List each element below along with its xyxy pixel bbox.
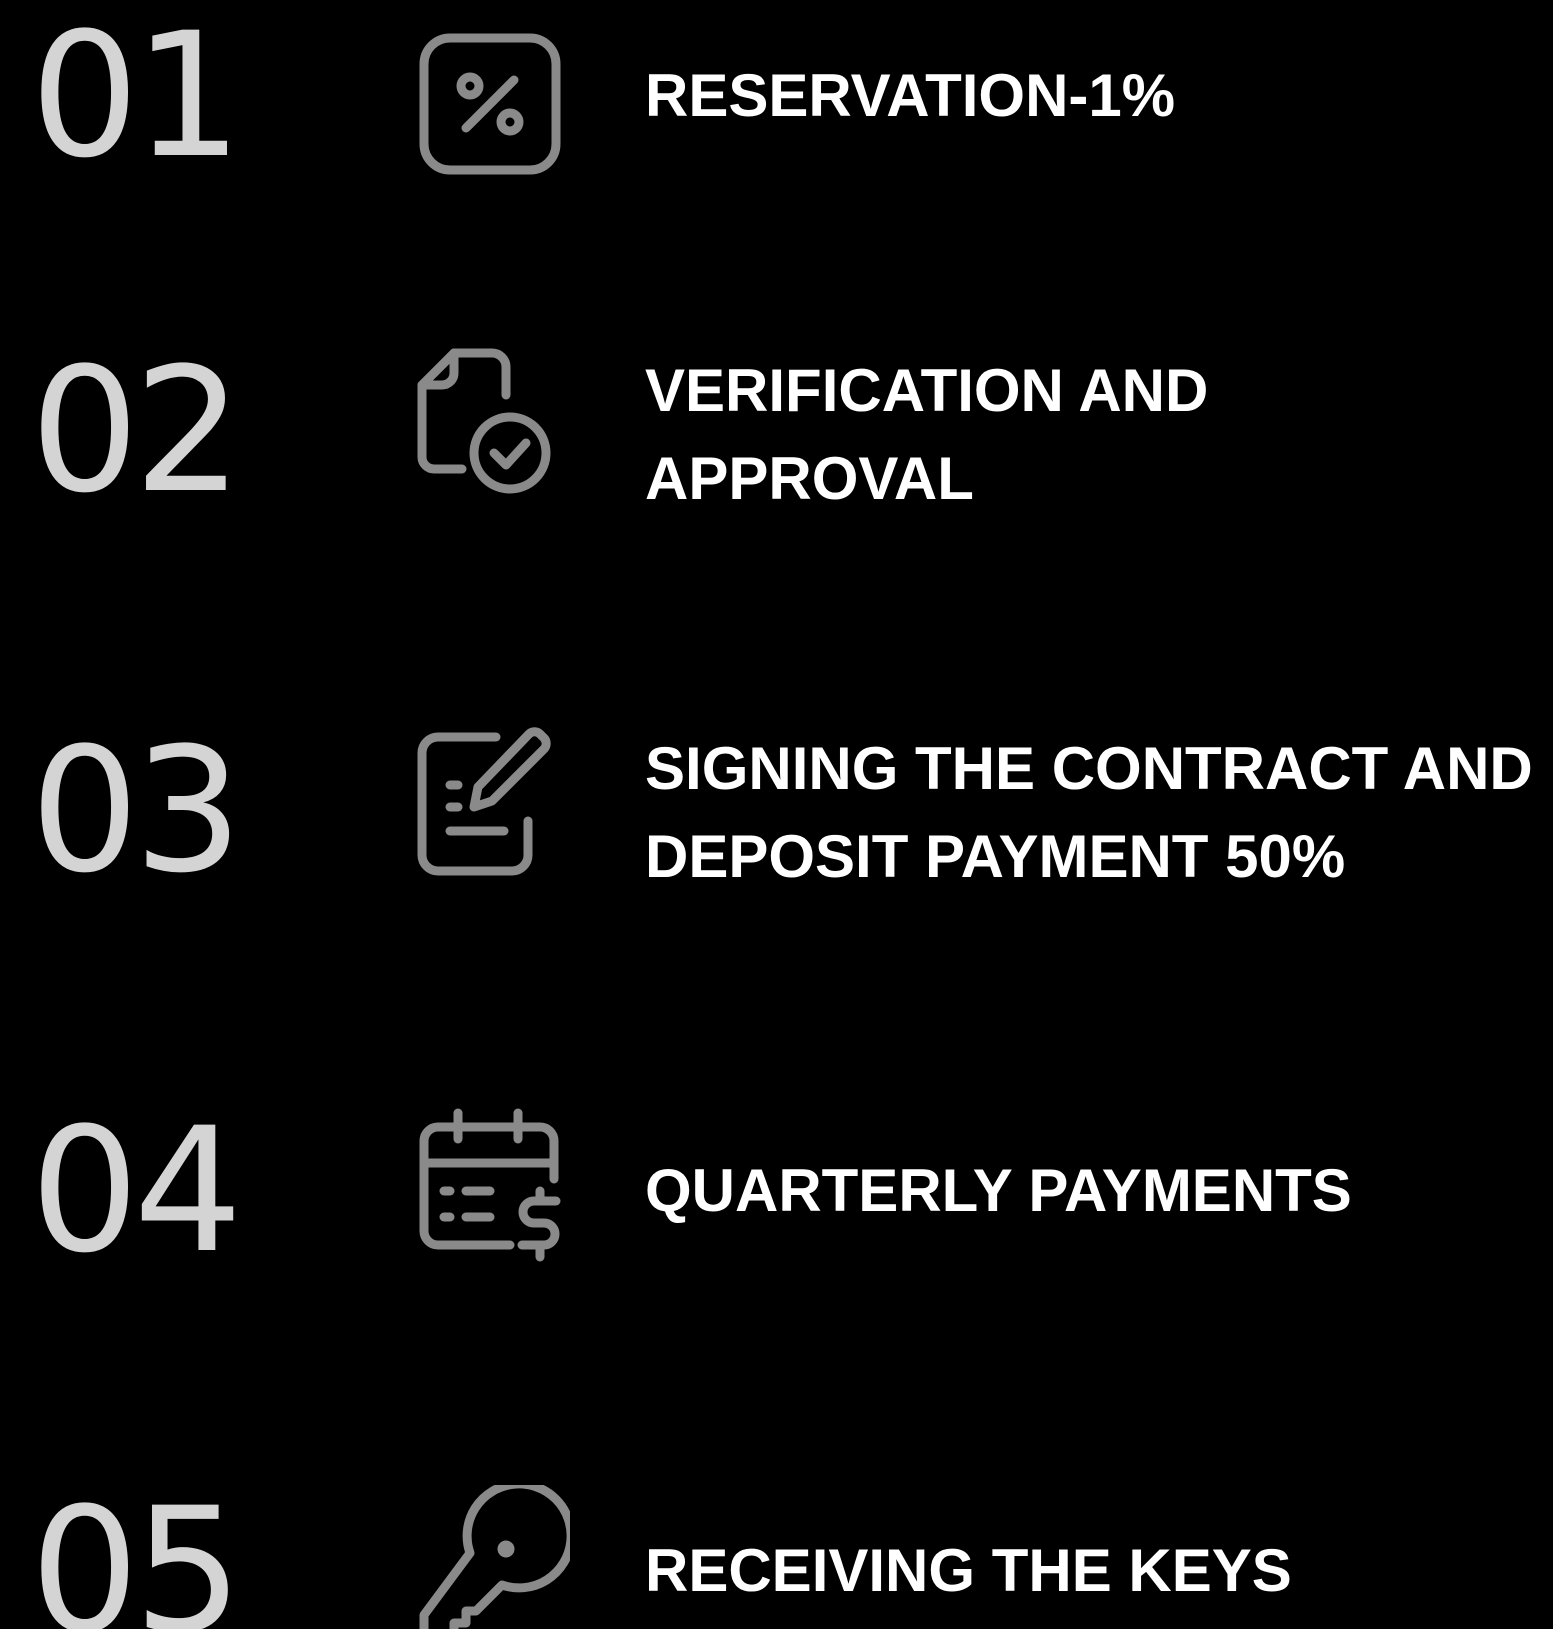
step-02: 02 VERIFICATION AND APPROVAL [0,345,1553,565]
step-01: 01 RESERVATION-1% [0,10,1553,230]
step-number: 03 [30,710,243,911]
step-03: 03 SIGNING THE CONTRACT AND DEPOSIT PAYM… [0,725,1553,945]
step-label-line: APPROVAL [645,445,974,512]
contract-sign-icon [410,725,570,885]
step-number: 04 [30,1090,243,1291]
step-label: VERIFICATION AND APPROVAL [645,347,1208,523]
file-check-icon [410,345,570,505]
step-label-line: VERIFICATION AND [645,357,1209,424]
step-05: 05 RECEIVING THE KEYS [0,1485,1553,1629]
percent-square-icon [410,24,570,184]
calendar-dollar-icon [410,1105,570,1265]
step-label: RECEIVING THE KEYS [645,1527,1292,1615]
step-label: SIGNING THE CONTRACT AND DEPOSIT PAYMENT… [645,725,1533,901]
step-number: 02 [30,330,243,531]
step-label-line: SIGNING THE CONTRACT AND [645,735,1533,802]
step-04: 04 QUARTERLY PAYMENTS [0,1105,1553,1325]
step-label-line: QUARTERLY PAYMENTS [645,1157,1352,1224]
step-label-line: DEPOSIT PAYMENT 50% [645,823,1346,890]
step-label: RESERVATION-1% [645,52,1175,140]
step-label: QUARTERLY PAYMENTS [645,1147,1352,1235]
step-label-line: RESERVATION-1% [645,62,1176,129]
key-icon [410,1485,570,1629]
step-number: 05 [30,1470,243,1629]
step-label-line: RECEIVING THE KEYS [645,1537,1292,1604]
step-number: 01 [30,0,243,196]
